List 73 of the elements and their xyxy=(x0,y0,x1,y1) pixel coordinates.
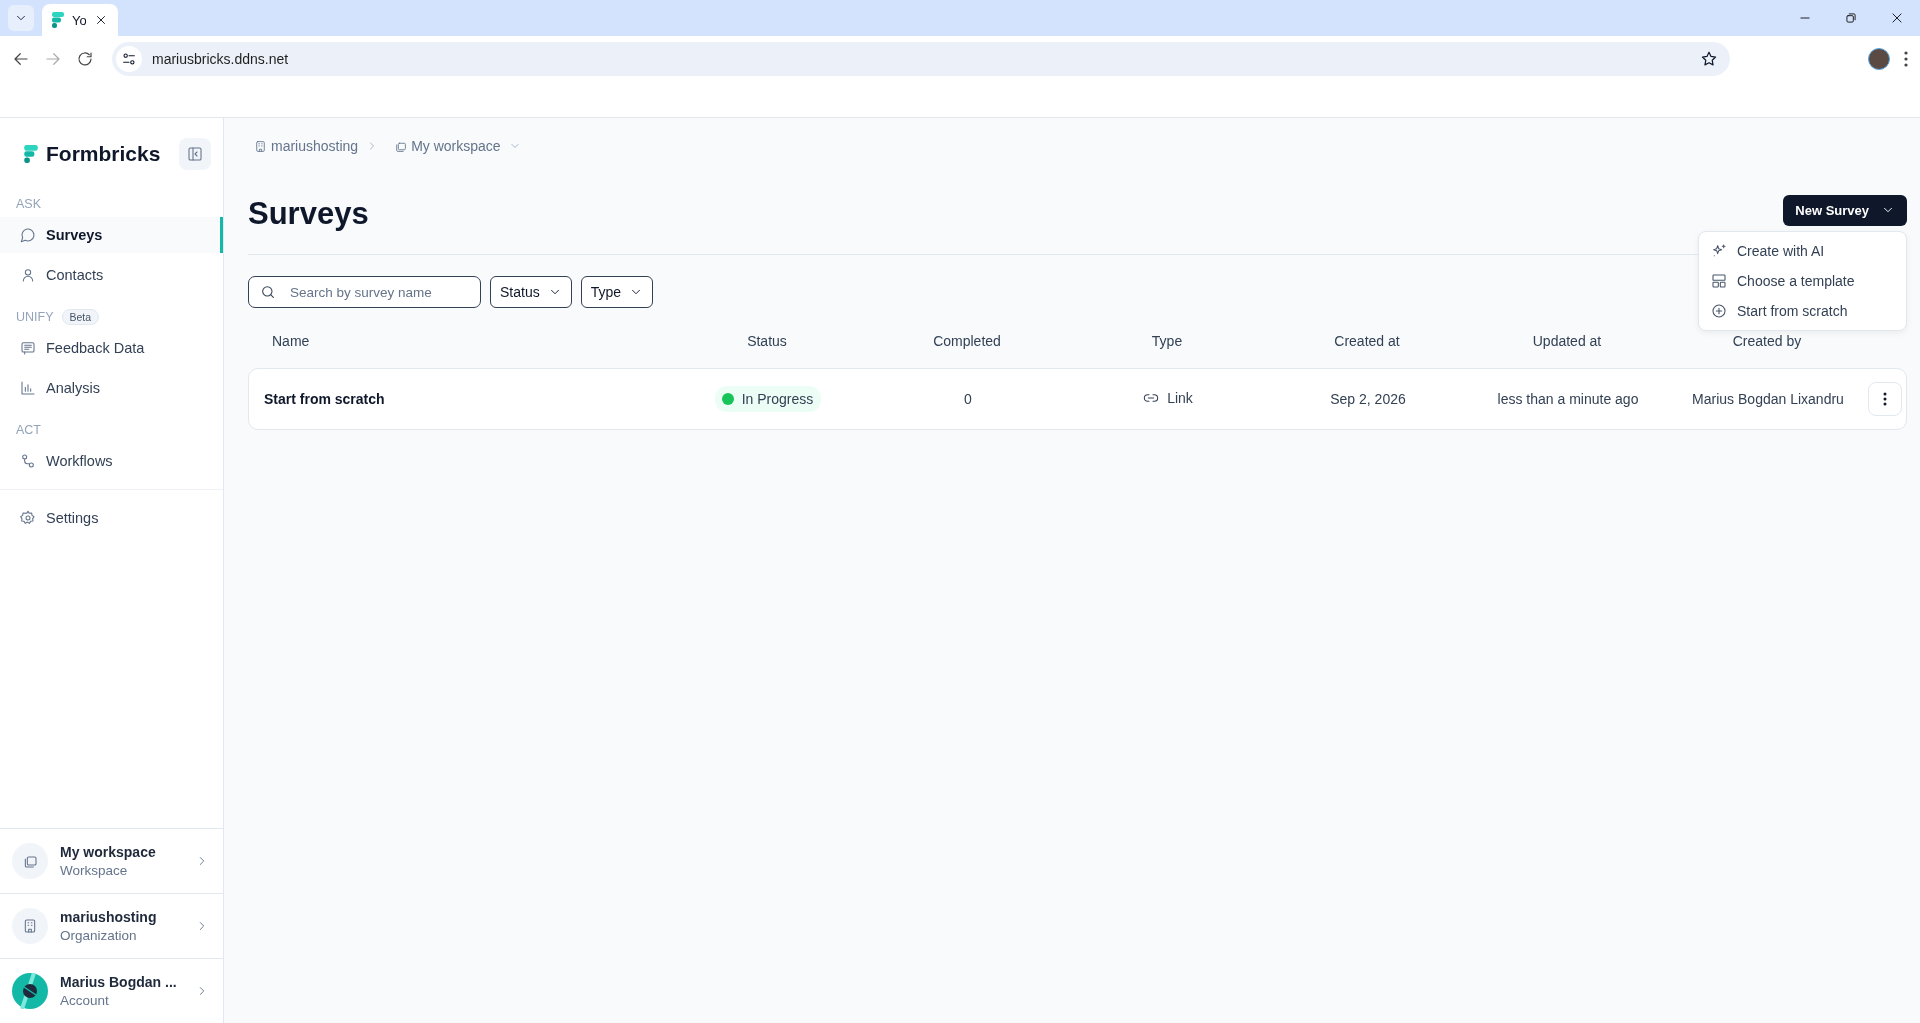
column-header: Created at xyxy=(1334,332,1400,349)
column-header: Completed xyxy=(933,332,1001,349)
site-settings-icon xyxy=(121,50,137,67)
beta-badge: Beta xyxy=(61,309,100,325)
menu-item[interactable]: Create with AI xyxy=(1699,236,1906,266)
restore-icon xyxy=(1844,11,1858,25)
nav-item[interactable]: Workflows xyxy=(0,443,223,479)
plus-circle-icon xyxy=(1711,303,1727,319)
breadcrumb-link[interactable]: My workspace xyxy=(394,138,501,154)
workflow-icon xyxy=(20,453,36,469)
more-icon xyxy=(1904,50,1908,67)
person-icon xyxy=(20,267,36,283)
brand-name: Formbricks xyxy=(46,142,161,166)
star-icon xyxy=(1700,49,1718,68)
user-avatar xyxy=(12,973,48,1009)
filter-dropdown[interactable]: Type xyxy=(580,276,654,308)
menu-item[interactable]: Start from scratch xyxy=(1699,296,1906,326)
url-text: mariusbricks.ddns.net xyxy=(152,50,290,67)
survey-row[interactable]: Start from scratch In Progress 0 Link Sep 2, 2026 less than a minute ago Marius Bogdan Lixandru xyxy=(248,368,1907,430)
bookmark-button[interactable] xyxy=(1700,49,1718,68)
brand-logo-icon xyxy=(24,145,38,163)
more-icon xyxy=(1883,392,1887,406)
page-title: Surveys xyxy=(248,196,369,232)
table-cell: 0 xyxy=(964,391,972,407)
more-button[interactable] xyxy=(1868,382,1902,416)
folders-icon xyxy=(22,853,38,869)
workspace-switcher[interactable]: My workspace Workspace xyxy=(0,828,223,893)
table-cell: Marius Bogdan Lixandru xyxy=(1692,391,1844,407)
filter-dropdown[interactable]: Status xyxy=(490,276,572,308)
close-icon xyxy=(94,13,108,27)
reload-icon xyxy=(76,49,94,68)
organization-switcher[interactable]: mariushosting Organization xyxy=(0,893,223,958)
survey-type: Link xyxy=(1143,389,1193,406)
building-icon xyxy=(254,139,267,153)
search-field[interactable]: Search by survey name xyxy=(248,276,481,308)
new-survey-button[interactable]: New Survey xyxy=(1783,194,1907,226)
collapse-sidebar-button[interactable] xyxy=(179,138,211,170)
nav-item[interactable]: Feedback Data xyxy=(0,330,223,366)
column-header: Updated at xyxy=(1532,332,1602,349)
bar-chart-icon xyxy=(20,380,36,396)
address-bar[interactable]: mariusbricks.ddns.net xyxy=(112,41,1730,76)
reload-button[interactable] xyxy=(76,49,94,68)
account-switcher[interactable]: Marius Bogdan ... Account xyxy=(0,958,223,1023)
status-badge: In Progress xyxy=(714,386,822,412)
browser-menu-button[interactable] xyxy=(1904,50,1908,67)
table-cell: less than a minute ago xyxy=(1497,391,1639,407)
close-icon xyxy=(1890,11,1904,25)
column-header: Status xyxy=(747,332,787,349)
panel-icon xyxy=(187,146,203,162)
menu-item[interactable]: Choose a template xyxy=(1699,266,1906,296)
column-header: Name xyxy=(272,332,310,349)
table-cell: Sep 2, 2026 xyxy=(1330,391,1406,407)
nav-item[interactable]: Surveys xyxy=(0,217,223,253)
breadcrumb-link[interactable]: mariushosting xyxy=(254,138,359,154)
search-icon xyxy=(260,284,276,300)
browser-tab[interactable]: Yo xyxy=(42,4,118,36)
nav-item[interactable]: Settings xyxy=(0,500,223,536)
gear-icon xyxy=(20,510,36,526)
section-label: ACT xyxy=(16,423,41,437)
section-label: ASK xyxy=(16,197,41,211)
column-header: Type xyxy=(1151,332,1183,349)
section-label: UNIFY xyxy=(16,310,54,324)
building-icon xyxy=(22,918,38,934)
column-header: Created by xyxy=(1732,332,1802,349)
sparkles-icon xyxy=(1711,243,1727,259)
chat-bubble-icon xyxy=(20,227,36,243)
brand-icon xyxy=(52,12,64,28)
layout-icon xyxy=(1711,273,1727,289)
list-icon xyxy=(20,340,36,356)
nav-item[interactable]: Contacts xyxy=(0,257,223,293)
profile-avatar[interactable] xyxy=(1868,47,1890,70)
nav-item[interactable]: Analysis xyxy=(0,370,223,406)
survey-name: Start from scratch xyxy=(264,391,385,407)
